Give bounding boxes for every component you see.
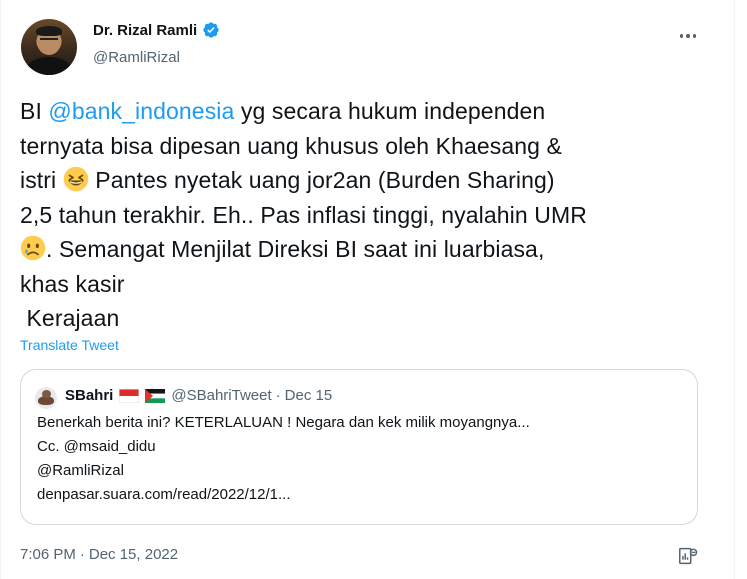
mention-link[interactable]: @bank_indonesia bbox=[48, 98, 234, 124]
quoted-tweet-header: SBahri @SBahriTweet · Dec 15 bbox=[65, 387, 332, 404]
tweet-date: Dec 15, 2022 bbox=[88, 546, 179, 563]
author-name[interactable]: Dr. Rizal Ramli bbox=[93, 22, 197, 39]
quoted-tweet-date[interactable]: Dec 15 bbox=[285, 387, 333, 404]
tweet-text: BI @bank_indonesia yg secara hukum indep… bbox=[20, 94, 720, 336]
tweet-line-7: Kerajaan bbox=[20, 305, 120, 331]
quoted-line-1: Benerkah berita ini? KETERLALUAN ! Negar… bbox=[37, 414, 530, 431]
quoted-tweet[interactable]: SBahri @SBahriTweet · Dec 15 Benerkah be… bbox=[20, 369, 698, 525]
quoted-tweet-body: Benerkah berita ini? KETERLALUAN ! Negar… bbox=[37, 411, 677, 507]
tweet-time: 7:06 PM bbox=[20, 546, 76, 563]
tweet-line-5: . Semangat Menjilat Direksi BI saat ini … bbox=[20, 232, 720, 267]
grinning-squinting-emoji bbox=[63, 166, 89, 192]
tweet-line-4: 2,5 tahun terakhir. Eh.. Pas inflasi tin… bbox=[20, 201, 587, 228]
tweet-line-6: khas kasir bbox=[20, 270, 125, 297]
tweet-card: Dr. Rizal Ramli @RamliRizal BI @bank_ind… bbox=[0, 0, 747, 579]
tweet-line-1: BI @bank_indonesia yg secara hukum indep… bbox=[20, 98, 546, 124]
quoted-author-avatar[interactable] bbox=[35, 387, 57, 409]
sad-tear-emoji bbox=[20, 235, 46, 261]
author-handle[interactable]: @RamliRizal bbox=[93, 49, 180, 66]
quoted-author-name[interactable]: SBahri bbox=[65, 387, 113, 404]
tweet-line-3: istri Pantes nyetak uang jor2an (Burden … bbox=[20, 166, 555, 193]
analytics-icon[interactable] bbox=[677, 545, 699, 567]
more-options-icon[interactable] bbox=[676, 28, 700, 44]
timestamp-separator: · bbox=[79, 546, 85, 563]
verified-badge-icon bbox=[203, 22, 219, 38]
card-border-left bbox=[0, 0, 1, 579]
indonesia-flag bbox=[119, 388, 140, 403]
quoted-author-handle[interactable]: @SBahriTweet bbox=[171, 387, 271, 404]
author-avatar[interactable] bbox=[21, 19, 77, 75]
translate-tweet-link[interactable]: Translate Tweet bbox=[20, 337, 119, 353]
palestine-flag bbox=[145, 388, 166, 403]
tweet-timestamp[interactable]: 7:06 PM · Dec 15, 2022 bbox=[20, 546, 178, 563]
quoted-dot-separator: · bbox=[275, 387, 281, 404]
quoted-line-4: denpasar.suara.com/read/2022/12/1... bbox=[37, 486, 291, 503]
card-border-right bbox=[734, 0, 735, 579]
quoted-line-2: Cc. @msaid_didu bbox=[37, 438, 156, 455]
author-name-row: Dr. Rizal Ramli bbox=[93, 21, 220, 39]
tweet-line-2: ternyata bisa dipesan uang khusus oleh K… bbox=[20, 132, 562, 159]
quoted-line-3: @RamliRizal bbox=[37, 462, 124, 479]
